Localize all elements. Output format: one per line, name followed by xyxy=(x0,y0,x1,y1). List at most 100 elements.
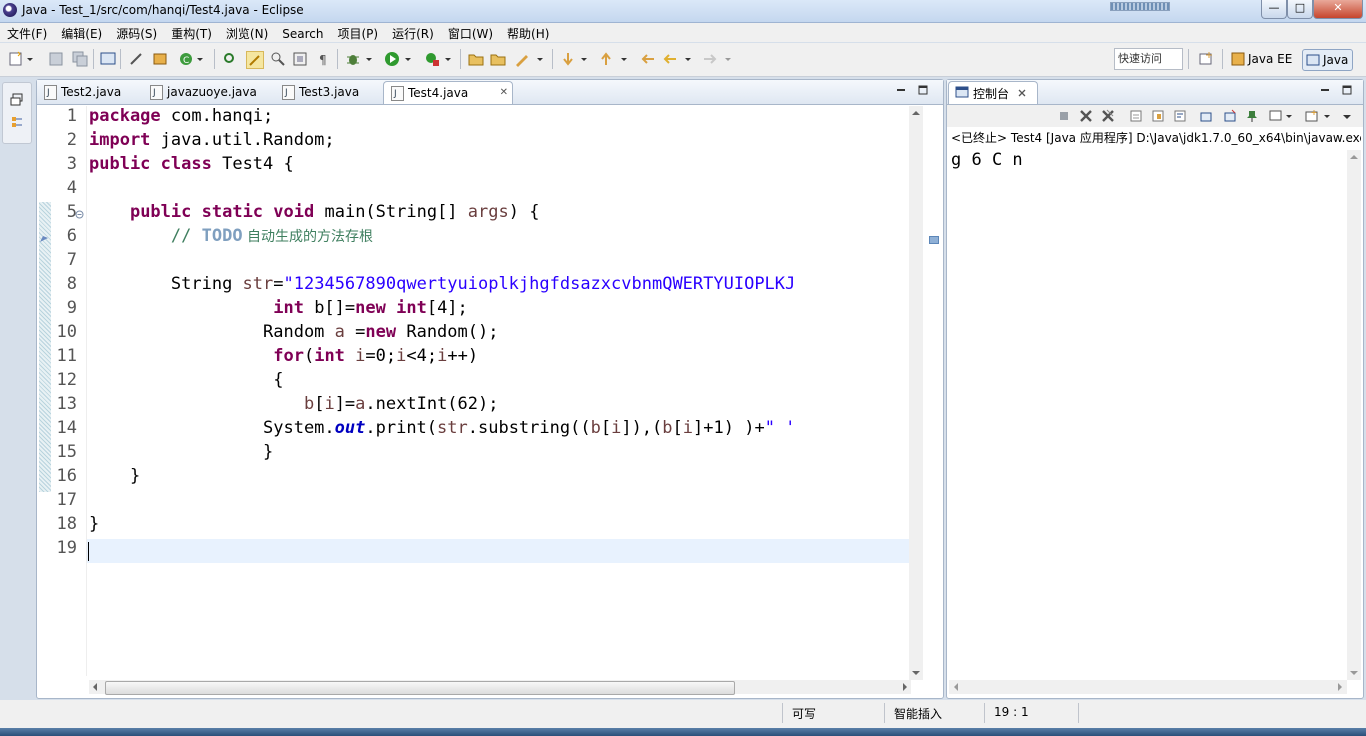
scroll-down-icon[interactable] xyxy=(1349,670,1359,676)
scroll-left-icon[interactable] xyxy=(953,683,959,691)
menu-file[interactable]: 文件(F) xyxy=(0,23,54,42)
scroll-left-icon[interactable] xyxy=(92,683,98,691)
display-console-dropdown-icon[interactable] xyxy=(1285,109,1293,123)
console-maximize-icon[interactable] xyxy=(1341,84,1353,96)
menu-help[interactable]: 帮助(H) xyxy=(500,23,556,42)
save-all-icon[interactable] xyxy=(72,51,88,67)
perspective-javaee[interactable]: Java EE xyxy=(1228,49,1296,69)
open-perspective-icon[interactable] xyxy=(1198,51,1214,67)
new-icon[interactable] xyxy=(8,51,24,67)
perspective-java[interactable]: Java xyxy=(1302,49,1354,71)
maximize-button[interactable]: □ xyxy=(1287,0,1313,19)
code-text: Test4 { xyxy=(211,154,294,174)
toggle-mark-icon[interactable] xyxy=(128,51,144,67)
close-console-icon[interactable] xyxy=(1017,88,1027,98)
debug-dropdown-icon[interactable] xyxy=(365,51,373,67)
new-dropdown-icon[interactable] xyxy=(26,51,34,67)
display-console-icon[interactable] xyxy=(1269,109,1283,123)
next-annotation-dropdown-icon[interactable] xyxy=(580,51,588,67)
show-on-error-icon[interactable] xyxy=(1223,109,1237,123)
pen-dropdown-icon[interactable] xyxy=(536,51,544,67)
save-icon[interactable] xyxy=(48,51,64,67)
external-tools-icon[interactable] xyxy=(424,51,440,67)
horizontal-scroll-thumb[interactable] xyxy=(105,681,735,695)
scroll-lock-icon[interactable] xyxy=(1151,109,1165,123)
debug-icon[interactable] xyxy=(345,51,361,67)
show-whitespace-icon[interactable]: ¶ xyxy=(316,51,332,67)
quick-access-input[interactable]: 快速访问 xyxy=(1114,48,1183,70)
console-icon[interactable] xyxy=(100,51,116,67)
console-vertical-scrollbar[interactable] xyxy=(1347,150,1361,680)
code-text: ) { xyxy=(508,202,540,222)
terminate-icon[interactable] xyxy=(1057,109,1071,123)
tab-javazuoye[interactable]: javazuoye.java xyxy=(143,81,295,104)
console-output-text[interactable]: g 6 C n xyxy=(951,150,1023,170)
tab-test4[interactable]: Test4.java ✕ xyxy=(383,81,513,105)
java-file-icon xyxy=(391,83,404,105)
block-select-icon[interactable] xyxy=(292,51,308,67)
line-number: 16 xyxy=(56,466,77,486)
menu-navigate[interactable]: 浏览(N) xyxy=(219,23,275,42)
minimize-button[interactable]: — xyxy=(1261,0,1287,19)
line-number: 17 xyxy=(56,490,77,510)
line-number: 5 xyxy=(66,202,77,222)
console-horizontal-scrollbar[interactable] xyxy=(949,680,1347,694)
open-file-icon[interactable] xyxy=(490,51,506,67)
scroll-right-icon[interactable] xyxy=(902,683,908,691)
menu-window[interactable]: 窗口(W) xyxy=(441,23,500,42)
search-icon[interactable] xyxy=(270,51,286,67)
run-icon[interactable] xyxy=(384,51,400,67)
open-console-icon[interactable] xyxy=(1305,109,1319,123)
back-icon[interactable] xyxy=(662,51,678,67)
fold-collapse-icon[interactable] xyxy=(75,210,84,219)
console-minimize-icon[interactable] xyxy=(1319,84,1331,96)
class-dropdown-icon[interactable] xyxy=(196,51,204,67)
show-on-output-icon[interactable] xyxy=(1199,109,1213,123)
menu-refactor[interactable]: 重构(T) xyxy=(164,23,219,42)
run-dropdown-icon[interactable] xyxy=(404,51,412,67)
package-icon[interactable] xyxy=(152,51,168,67)
open-console-dropdown-icon[interactable] xyxy=(1323,109,1331,123)
scroll-up-icon[interactable] xyxy=(911,110,921,116)
last-edit-icon[interactable] xyxy=(640,51,656,67)
forward-icon[interactable] xyxy=(702,51,718,67)
menu-run[interactable]: 运行(R) xyxy=(385,23,441,42)
open-folder-icon[interactable] xyxy=(468,51,484,67)
restore-icon[interactable] xyxy=(10,93,24,107)
next-annotation-icon[interactable] xyxy=(560,51,576,67)
open-type-icon[interactable] xyxy=(222,51,238,67)
mark-occurrences-icon[interactable] xyxy=(246,51,264,69)
menu-edit[interactable]: 编辑(E) xyxy=(54,23,109,42)
menu-search[interactable]: Search xyxy=(275,25,330,41)
view-menu-icon[interactable] xyxy=(1341,109,1353,123)
tab-console[interactable]: 控制台 xyxy=(948,81,1038,104)
prev-annotation-dropdown-icon[interactable] xyxy=(620,51,628,67)
pin-console-icon[interactable] xyxy=(1245,109,1259,123)
clear-console-icon[interactable] xyxy=(1129,109,1143,123)
prev-annotation-icon[interactable] xyxy=(598,51,614,67)
package-explorer-icon[interactable] xyxy=(10,115,24,129)
overview-ruler-mark[interactable] xyxy=(929,236,939,244)
scroll-right-icon[interactable] xyxy=(1337,683,1343,691)
scroll-down-icon[interactable] xyxy=(911,670,921,676)
editor-horizontal-scrollbar[interactable] xyxy=(89,680,911,695)
remove-all-terminated-icon[interactable] xyxy=(1101,109,1115,123)
forward-dropdown-icon[interactable] xyxy=(724,51,732,67)
close-tab-icon[interactable]: ✕ xyxy=(500,82,508,104)
minimize-icon[interactable] xyxy=(895,84,907,96)
close-button[interactable]: ✕ xyxy=(1313,0,1363,19)
variable: args xyxy=(467,202,509,222)
remove-launch-icon[interactable] xyxy=(1079,109,1093,123)
new-class-icon[interactable]: C xyxy=(178,51,194,67)
scroll-up-icon[interactable] xyxy=(1349,154,1359,160)
external-tools-dropdown-icon[interactable] xyxy=(444,51,452,67)
code-text-area[interactable]: package com.hanqi; import java.util.Rand… xyxy=(86,106,911,676)
pen-icon[interactable] xyxy=(514,51,530,67)
maximize-icon[interactable] xyxy=(917,84,929,96)
editor-vertical-scrollbar[interactable] xyxy=(909,106,923,680)
word-wrap-icon[interactable] xyxy=(1173,109,1187,123)
menu-source[interactable]: 源码(S) xyxy=(109,23,164,42)
java-file-icon xyxy=(44,82,57,104)
back-dropdown-icon[interactable] xyxy=(684,51,692,67)
menu-project[interactable]: 项目(P) xyxy=(331,23,386,42)
